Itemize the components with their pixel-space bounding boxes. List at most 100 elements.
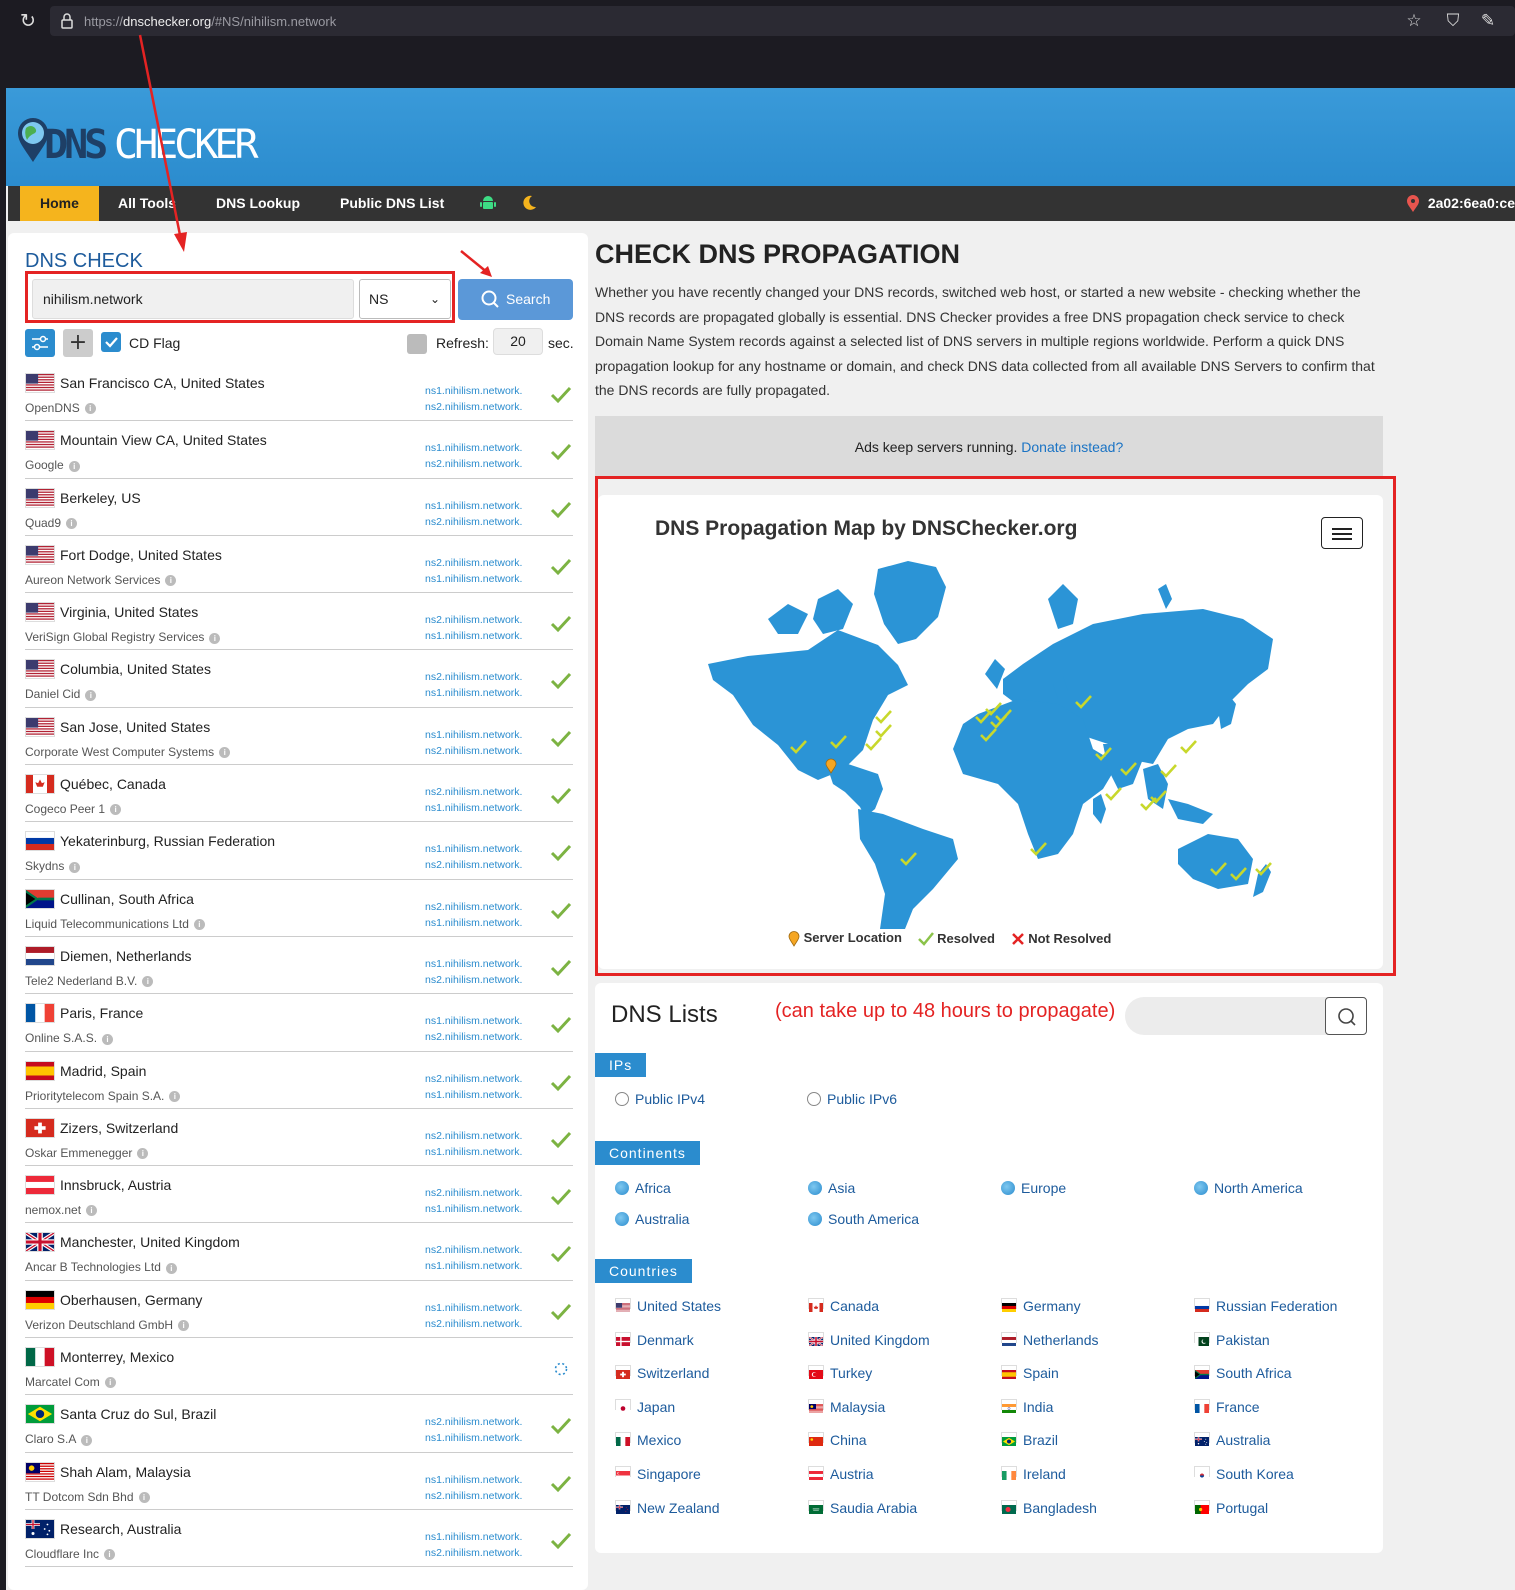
info-icon[interactable]: i xyxy=(165,575,177,587)
info-icon[interactable]: i xyxy=(86,1205,98,1217)
moon-icon[interactable] xyxy=(521,195,537,211)
server-provider: TT Dotcom Sdn Bhd i xyxy=(25,1490,150,1504)
country-link[interactable]: Spain xyxy=(1001,1365,1059,1381)
country-link[interactable]: Switzerland xyxy=(615,1365,709,1381)
country-link[interactable]: Ireland xyxy=(1001,1466,1066,1482)
info-icon[interactable]: i xyxy=(142,976,154,988)
country-link[interactable]: Austria xyxy=(808,1466,874,1482)
lists-search-button[interactable] xyxy=(1325,997,1367,1035)
cd-flag-checkbox[interactable] xyxy=(101,332,121,352)
ip-list-link[interactable]: Public IPv6 xyxy=(807,1091,897,1107)
country-link[interactable]: Japan xyxy=(615,1398,675,1415)
country-link[interactable]: United States xyxy=(615,1298,721,1314)
info-icon[interactable]: i xyxy=(110,804,122,816)
resolved-marker[interactable] xyxy=(1105,787,1122,801)
add-button[interactable]: + xyxy=(63,329,93,357)
country-link[interactable]: New Zealand xyxy=(615,1499,720,1516)
resolved-check-icon xyxy=(550,501,572,518)
continent-link[interactable]: Africa xyxy=(615,1180,671,1196)
info-icon[interactable]: i xyxy=(219,747,231,759)
resolved-marker[interactable] xyxy=(875,724,892,738)
country-link[interactable]: South Korea xyxy=(1194,1466,1294,1482)
refresh-checkbox[interactable] xyxy=(407,334,427,354)
info-icon[interactable]: i xyxy=(81,1434,93,1446)
continent-link[interactable]: Asia xyxy=(808,1180,855,1196)
search-button[interactable]: Search xyxy=(458,279,573,320)
resolved-marker[interactable] xyxy=(865,737,882,751)
info-icon[interactable]: i xyxy=(102,1033,114,1045)
legend-server-label: Server Location xyxy=(803,930,902,946)
info-icon[interactable]: i xyxy=(66,517,78,529)
info-icon[interactable]: i xyxy=(104,1377,116,1389)
info-icon[interactable]: i xyxy=(178,1320,190,1332)
country-link[interactable]: Bangladesh xyxy=(1001,1499,1097,1516)
country-link[interactable]: Russian Federation xyxy=(1194,1298,1337,1314)
country-link[interactable]: Saudia Arabia xyxy=(808,1499,917,1516)
continent-link[interactable]: Australia xyxy=(615,1211,689,1227)
resolved-marker[interactable] xyxy=(875,710,892,724)
info-icon[interactable]: i xyxy=(84,403,96,415)
resolved-marker[interactable] xyxy=(1180,740,1197,754)
continent-link[interactable]: Europe xyxy=(1001,1180,1066,1196)
info-icon[interactable]: i xyxy=(165,1262,177,1274)
flag-in-icon xyxy=(1001,1398,1017,1413)
info-icon[interactable]: i xyxy=(137,1148,149,1160)
world-map[interactable] xyxy=(698,559,1288,929)
country-link[interactable]: Portugal xyxy=(1194,1499,1268,1516)
ns-record: ns1.nihilism.network. xyxy=(425,630,523,643)
country-link[interactable]: Brazil xyxy=(1001,1432,1058,1448)
info-icon[interactable]: i xyxy=(104,1549,116,1561)
not-resolved-x-icon xyxy=(1011,933,1024,946)
ns-results: ns1.nihilism.network. ns2.nihilism.networ… xyxy=(425,841,522,873)
android-icon[interactable] xyxy=(480,195,496,212)
flag-de-icon xyxy=(25,1289,55,1310)
country-link[interactable]: India xyxy=(1001,1398,1053,1415)
flag-ru-icon xyxy=(25,831,55,852)
record-type-select[interactable]: NS ⌄ xyxy=(359,279,451,319)
country-link[interactable]: Denmark xyxy=(615,1331,694,1348)
info-icon[interactable]: i xyxy=(68,460,80,472)
country-link[interactable]: Pakistan xyxy=(1194,1331,1270,1348)
resolved-check-icon xyxy=(550,959,572,977)
info-icon[interactable]: i xyxy=(138,1491,150,1503)
country-link[interactable]: Canada xyxy=(808,1298,879,1314)
ip-list-label: Public IPv6 xyxy=(827,1091,898,1107)
extension-icon[interactable]: ✎ xyxy=(1478,11,1498,31)
country-link[interactable]: Singapore xyxy=(615,1466,701,1482)
info-icon[interactable]: i xyxy=(169,1090,181,1102)
country-link[interactable]: France xyxy=(1194,1398,1260,1415)
refresh-interval-input[interactable]: 20 xyxy=(493,328,543,355)
ns-record: ns2.nihilism.network. xyxy=(425,1129,523,1142)
country-link[interactable]: China xyxy=(808,1432,867,1448)
info-icon[interactable]: i xyxy=(85,689,97,701)
country-link[interactable]: Malaysia xyxy=(808,1398,885,1415)
country-link[interactable]: Mexico xyxy=(615,1432,681,1448)
country-link[interactable]: Australia xyxy=(1194,1432,1270,1448)
reload-icon[interactable]: ↻ xyxy=(18,11,38,31)
continent-link[interactable]: South America xyxy=(808,1211,919,1227)
settings-button[interactable] xyxy=(25,329,55,357)
info-icon[interactable]: i xyxy=(193,919,205,930)
country-link[interactable]: South Africa xyxy=(1194,1365,1292,1381)
ns-record: ns1.nihilism.network. xyxy=(425,385,523,397)
country-link[interactable]: Germany xyxy=(1001,1298,1081,1314)
nav-home[interactable]: Home xyxy=(20,186,99,221)
info-icon[interactable]: i xyxy=(209,632,221,644)
map-menu-button[interactable] xyxy=(1321,517,1363,549)
ip-list-link[interactable]: Public IPv4 xyxy=(615,1091,705,1107)
country-link[interactable]: Netherlands xyxy=(1001,1331,1099,1348)
donate-link[interactable]: Donate instead? xyxy=(1021,439,1123,455)
server-location: Monterrey, Mexico xyxy=(60,1349,175,1366)
status-indicator xyxy=(550,615,572,633)
nav-dns-lookup[interactable]: DNS Lookup xyxy=(196,186,320,221)
dnschecker-logo[interactable]: DNS CHECKER xyxy=(16,116,259,168)
bookmark-star-icon[interactable]: ☆ xyxy=(1404,11,1424,31)
shield-icon[interactable]: ⛉ xyxy=(1443,11,1463,31)
country-link[interactable]: United Kingdom xyxy=(808,1331,930,1348)
country-link[interactable]: Turkey xyxy=(808,1365,872,1381)
nav-public-dns-list[interactable]: Public DNS List xyxy=(320,186,464,221)
info-icon[interactable]: i xyxy=(69,861,81,873)
continent-link[interactable]: North America xyxy=(1194,1180,1303,1196)
resolved-marker[interactable] xyxy=(1160,764,1177,778)
domain-input[interactable]: nihilism.network xyxy=(32,279,354,319)
